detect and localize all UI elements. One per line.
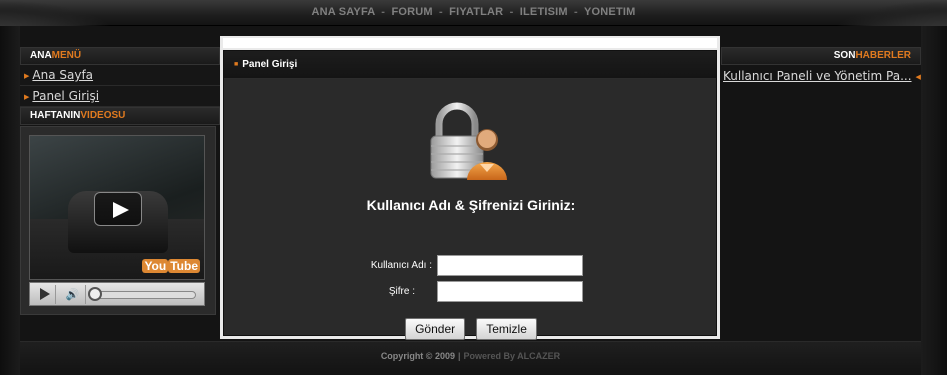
panel-header: ■ Panel Girişi [224,51,716,79]
main-menu-heading: ANAMENÜ [20,47,220,65]
weekly-video-heading-a: HAFTANIN [30,110,81,121]
bullet-icon: ■ [234,61,239,68]
nav-separator: - [509,6,514,18]
frame-edge-left [0,26,20,375]
nav-fiyatlar[interactable]: FIYATLAR [449,6,503,18]
sidebar-link-ana-sayfa[interactable]: Ana Sayfa [32,68,93,82]
video-player: You Tube 🔊 [20,126,216,315]
sidebar-item-ana-sayfa: ▶ Ana Sayfa [20,65,220,86]
lock-user-icon [430,102,507,180]
left-column: ANAMENÜ ▶ Ana Sayfa ▶ Panel Girişi HAFTANI… [20,47,220,315]
password-label: Şifre : [388,286,415,297]
username-input[interactable] [437,255,583,276]
youtube-logo-you: You [142,259,169,273]
youtube-logo: You Tube [142,259,200,273]
nav-iletisim[interactable]: ILETISIM [520,6,568,18]
main-menu-heading-a: ANA [30,50,52,61]
play-button[interactable] [32,285,56,304]
video-controls: 🔊 [29,282,205,306]
latest-news-heading: SONHABERLER [721,47,921,65]
youtube-logo-tube: Tube [168,259,200,273]
powered-by-text: Powered By ALCAZER [463,351,561,361]
top-navigation: ANA SAYFA - FORUM - FIYATLAR - ILETISIM … [0,6,947,18]
form-buttons: Gönder Temizle [224,318,718,340]
nav-separator: - [381,6,386,18]
weekly-video-heading-b: VIDEOSU [80,110,126,121]
latest-news-heading-a: SON [833,50,856,61]
submit-button[interactable]: Gönder [405,318,466,340]
arrow-icon: ▶ [24,93,30,101]
center-top-strip [223,38,717,48]
volume-icon[interactable]: 🔊 [60,285,86,304]
panel-title: Panel Girişi [242,59,298,70]
seek-bar[interactable] [92,291,196,299]
reset-button[interactable]: Temizle [476,318,537,340]
weekly-video-heading: HAFTANINVIDEOSU [20,107,220,125]
center-column: ■ Panel Girişi Kullanıcı Adı & Şifrenizi… [220,36,720,340]
top-bar: ANA SAYFA - FORUM - FIYATLAR - ILETISIM … [0,0,947,40]
page: ANA SAYFA - FORUM - FIYATLAR - ILETISIM … [0,0,947,375]
seek-handle[interactable] [88,287,102,301]
copyright-text: Copyright © 2009 [380,351,455,361]
login-panel: ■ Panel Girişi Kullanıcı Adı & Şifrenizi… [223,50,717,340]
login-heading: Kullanıcı Adı & Şifrenizi Giriniz: [366,197,576,213]
latest-news-heading-b: HABERLER [855,50,911,61]
nav-separator: - [439,6,443,18]
frame-edge-right [921,26,947,375]
nav-separator: - [574,6,578,18]
panel-body: Kullanıcı Adı & Şifrenizi Giriniz: Kulla… [224,79,716,340]
sidebar-item-panel-girisi: ▶ Panel Girişi [20,86,220,107]
footer-separator: | [457,351,461,361]
sidebar-link-panel-girisi[interactable]: Panel Girişi [32,89,99,103]
username-label: Kullanıcı Adı : [370,260,432,271]
nav-yonetim[interactable]: YONETIM [584,6,636,18]
nav-ana-sayfa[interactable]: ANA SAYFA [311,6,375,18]
main-menu-heading-b: MENÜ [51,50,82,61]
play-icon[interactable] [94,192,142,226]
arrow-left-icon: ◀ [915,73,921,81]
footer: Copyright © 2009 | Powered By ALCAZER [20,341,921,375]
nav-forum[interactable]: FORUM [391,6,432,18]
news-item: Kullanıcı Paneli ve Yönetim Pa... ◀ [721,65,921,87]
arrow-icon: ▶ [24,72,30,80]
video-screen[interactable]: You Tube [29,135,205,280]
right-column: SONHABERLER Kullanıcı Paneli ve Yönetim … [721,47,921,87]
password-input[interactable] [437,281,583,302]
news-link[interactable]: Kullanıcı Paneli ve Yönetim Pa... [723,69,912,83]
